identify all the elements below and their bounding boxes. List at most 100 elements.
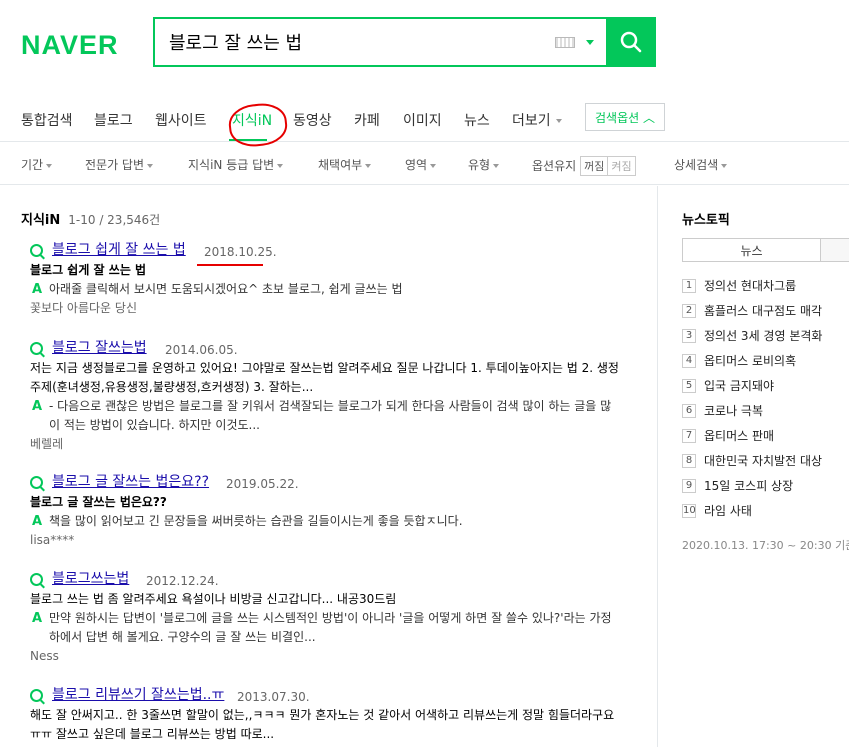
result-question: 저는 지금 생정블로그를 운영하고 있어요! 그야말로 잘쓰는법 알려주세요 질… [30, 361, 619, 394]
list-item: 블로그 글 잘쓰는 법은요?? 2019.05.22. 블로그 글 잘쓰는 법은… [30, 473, 620, 550]
option-keep-off-button[interactable]: 꺼짐 [580, 156, 609, 176]
result-title-link[interactable]: 블로그쓰는법 [52, 570, 129, 589]
topic-timestamp: 2020.10.13. 17:30 ~ 20:30 기준? [682, 537, 849, 554]
news-tab[interactable]: 뉴스 [682, 238, 821, 262]
topic-item[interactable]: 8 대한민국 자치발전 대상 [682, 452, 822, 469]
tab-video[interactable]: 동영상 [293, 110, 332, 130]
section-title: 지식iN 1-10 / 23,546건 [21, 209, 160, 228]
list-item: 블로그 쉽게 잘 쓰는 법 2018.10.25. 블로그 쉽게 잘 쓰는 법 … [30, 241, 620, 318]
tab-more-label: 더보기 [512, 113, 551, 129]
topic-rank: 2 [682, 303, 696, 318]
option-keep-label: 옵션유지 [532, 159, 577, 173]
result-answer: 아래줄 클릭해서 보시면 도움되시겠어요^ 초보 블로그, 쉽게 글쓰는 법 [49, 282, 403, 296]
filter-area[interactable]: 영역 [405, 156, 437, 173]
result-count: 1-10 / 23,546건 [68, 213, 161, 227]
filter-type[interactable]: 유형 [468, 156, 500, 173]
result-author[interactable]: 베렐레 [30, 435, 620, 454]
topic-text: 15일 코스피 상장 [704, 479, 794, 493]
topic-item[interactable]: 6 코로나 극복 [682, 402, 763, 419]
result-answer: 책을 많이 읽어보고 긴 문장들을 써버릇하는 습관을 길들이시는게 좋을 듯합… [49, 514, 463, 528]
topic-rank: 4 [682, 353, 696, 368]
topic-item[interactable]: 9 15일 코스피 상장 [682, 477, 793, 494]
chevron-down-icon [46, 163, 53, 168]
topic-rank: 5 [682, 378, 696, 393]
search-input[interactable] [169, 31, 549, 53]
question-icon [30, 244, 43, 257]
filter-label: 지식iN 등급 답변 [188, 158, 275, 172]
answer-icon: A [32, 514, 43, 529]
filter-expert[interactable]: 전문가 답변 [85, 156, 154, 173]
answer-icon: A [32, 399, 43, 414]
topic-item[interactable]: 4 옵티머스 로비의혹 [682, 352, 796, 369]
result-question: 해도 잘 안써지고.. 한 3줄쓰면 할말이 없는,,ㅋㅋㅋ 뭔가 혼자노는 것… [30, 708, 615, 741]
topic-item[interactable]: 3 정의선 3세 경영 본격화 [682, 327, 822, 344]
filter-label: 기간 [21, 158, 44, 172]
search-tabs: 통합검색 블로그 웹사이트 지식iN 동영상 카페 이미지 뉴스 더보기 검색옵… [0, 96, 849, 142]
topic-text: 옵티머스 판매 [704, 429, 775, 443]
topic-item[interactable]: 2 홈플러스 대구점도 매각 [682, 302, 822, 319]
filter-label: 전문가 답변 [85, 158, 145, 172]
result-author[interactable]: Ness [30, 647, 620, 666]
tab-image[interactable]: 이미지 [403, 110, 442, 130]
result-title-link[interactable]: 블로그 글 잘쓰는 법은요?? [52, 473, 209, 492]
tab-all[interactable]: 통합검색 [21, 110, 73, 130]
result-date: 2019.05.22. [226, 477, 299, 491]
filter-period[interactable]: 기간 [21, 156, 53, 173]
topic-text: 옵티머스 로비의혹 [704, 354, 797, 368]
section-title-text: 지식iN [21, 213, 61, 228]
result-question: 블로그 글 잘쓰는 법은요?? [30, 495, 167, 509]
option-keep-on-button[interactable]: 켜짐 [608, 156, 636, 176]
chevron-down-icon [430, 163, 437, 168]
topic-text: 코로나 극복 [704, 404, 764, 418]
result-author[interactable]: 꽃보다 아름다운 당신 [30, 299, 620, 318]
result-author[interactable]: lisa**** [30, 531, 620, 550]
news-tab-secondary[interactable] [820, 238, 849, 262]
filter-label: 영역 [405, 158, 428, 172]
topic-time-text: 2020.10.13. 17:30 ~ 20:30 기준 [682, 539, 849, 552]
result-answer: - 다음으로 괜찮은 방법은 블로그를 잘 키워서 검색잘되는 블로그가 되게 … [49, 399, 612, 432]
topic-item[interactable]: 10 라임 사태 [682, 502, 752, 519]
topic-item[interactable]: 7 옵티머스 판매 [682, 427, 774, 444]
annotation-underline [197, 264, 263, 266]
chevron-down-icon [147, 163, 154, 168]
filter-grade[interactable]: 지식iN 등급 답변 [188, 156, 284, 173]
search-options-button[interactable]: 검색옵션 ︿ [585, 103, 665, 131]
topic-rank: 7 [682, 428, 696, 443]
keyboard-icon[interactable] [555, 37, 575, 48]
topic-text: 정의선 현대차그룹 [704, 279, 797, 293]
list-item: 블로그 리뷰쓰기 잘쓰는법..ㅠ 2013.07.30. 해도 잘 안써지고..… [30, 686, 620, 744]
filter-detail[interactable]: 상세검색 [674, 156, 728, 173]
tab-more[interactable]: 더보기 [512, 110, 562, 130]
filter-label: 상세검색 [674, 158, 719, 172]
option-keep: 옵션유지 꺼짐 켜짐 [532, 156, 636, 176]
tab-news[interactable]: 뉴스 [464, 110, 490, 130]
result-title-link[interactable]: 블로그 잘쓰는법 [52, 339, 147, 358]
tab-cafe[interactable]: 카페 [354, 110, 380, 130]
tab-website[interactable]: 웹사이트 [155, 110, 207, 130]
filter-label: 유형 [468, 158, 491, 172]
filter-adopted[interactable]: 채택여부 [318, 156, 372, 173]
autocomplete-toggle-icon[interactable] [586, 40, 594, 45]
list-item: 블로그 잘쓰는법 2014.06.05. 저는 지금 생정블로그를 운영하고 있… [30, 339, 620, 454]
tab-blog[interactable]: 블로그 [94, 110, 133, 130]
result-title-link[interactable]: 블로그 쉽게 잘 쓰는 법 [52, 241, 186, 260]
chevron-down-icon [493, 163, 500, 168]
list-item: 블로그쓰는법 2012.12.24. 블로그 쓰는 법 좀 알려주세요 욕설이나… [30, 570, 620, 666]
result-date: 2013.07.30. [237, 690, 310, 704]
chevron-down-icon [277, 163, 284, 168]
topic-item[interactable]: 5 입국 금지돼야 [682, 377, 774, 394]
naver-logo[interactable]: NAVER [21, 30, 119, 61]
topic-text: 대한민국 자치발전 대상 [704, 454, 823, 468]
chevron-down-icon [721, 163, 728, 168]
topic-text: 라임 사태 [704, 504, 752, 518]
filter-bar: 기간 전문가 답변 지식iN 등급 답변 채택여부 영역 유형 옵션유지 꺼짐 켜짐… [0, 143, 849, 185]
search-button[interactable] [606, 17, 656, 67]
topic-rank: 8 [682, 453, 696, 468]
topic-rank: 9 [682, 478, 696, 493]
news-topic-title: 뉴스토픽 [682, 213, 730, 228]
result-date: 2012.12.24. [146, 574, 219, 588]
result-title-link[interactable]: 블로그 리뷰쓰기 잘쓰는법..ㅠ [52, 686, 224, 705]
topic-item[interactable]: 1 정의선 현대차그룹 [682, 277, 796, 294]
question-icon [30, 689, 43, 702]
question-icon [30, 476, 43, 489]
